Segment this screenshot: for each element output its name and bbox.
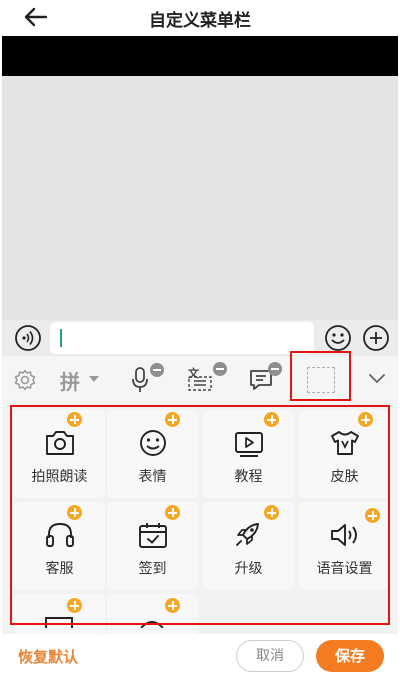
microphone-icon[interactable] bbox=[130, 366, 150, 394]
grid-highlight bbox=[10, 405, 390, 625]
remove-badge-icon[interactable] bbox=[150, 363, 164, 377]
header: 自定义菜单栏 bbox=[0, 0, 400, 36]
keyboard-preview-area bbox=[2, 76, 398, 320]
text-input[interactable] bbox=[50, 322, 314, 354]
text-caret bbox=[60, 329, 62, 347]
cancel-button[interactable]: 取消 bbox=[236, 640, 304, 672]
svg-text:文: 文 bbox=[188, 366, 200, 380]
page-title: 自定义菜单栏 bbox=[149, 11, 251, 31]
empty-slot-highlight bbox=[290, 351, 351, 401]
plus-circle-icon[interactable] bbox=[362, 324, 390, 352]
footer: 恢复默认 取消 保存 bbox=[0, 634, 400, 682]
save-button[interactable]: 保存 bbox=[316, 640, 384, 672]
ocr-text-icon[interactable]: 文 bbox=[186, 365, 216, 393]
pinyin-dropdown-icon[interactable] bbox=[88, 375, 100, 383]
preview-top-band bbox=[2, 36, 398, 76]
gear-icon[interactable] bbox=[13, 368, 37, 392]
remove-badge-icon[interactable] bbox=[213, 362, 227, 376]
pinyin-label[interactable]: 拼 bbox=[60, 366, 80, 395]
chevron-down-icon[interactable] bbox=[368, 373, 386, 385]
emoji-icon[interactable] bbox=[324, 324, 352, 352]
remove-badge-icon[interactable] bbox=[268, 362, 282, 376]
restore-default-button[interactable]: 恢复默认 bbox=[18, 646, 78, 667]
voice-wave-icon[interactable] bbox=[14, 324, 42, 352]
